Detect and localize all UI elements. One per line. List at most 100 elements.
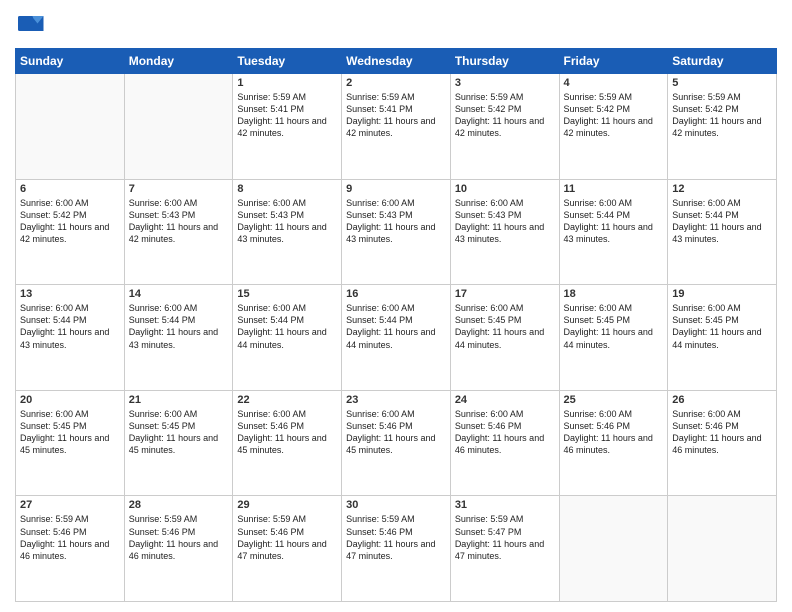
day-number: 22 xyxy=(237,394,337,406)
cell-info: Sunrise: 6:00 AM Sunset: 5:45 PM Dayligh… xyxy=(672,302,772,351)
calendar-cell xyxy=(124,74,233,180)
day-number: 7 xyxy=(129,183,229,195)
weekday-header-tuesday: Tuesday xyxy=(233,49,342,74)
calendar-table: SundayMondayTuesdayWednesdayThursdayFrid… xyxy=(15,48,777,602)
calendar-cell: 9Sunrise: 6:00 AM Sunset: 5:43 PM Daylig… xyxy=(342,179,451,285)
calendar-cell: 13 Sunrise: 6:00 AM Sunset: 5:44 PM Dayli… xyxy=(16,285,125,391)
calendar-cell: 25 Sunrise: 6:00 AM Sunset: 5:46 PM Dayli… xyxy=(559,390,668,496)
calendar-cell: 1Sunrise: 5:59 AM Sunset: 5:41 PM Daylig… xyxy=(233,74,342,180)
calendar-cell: 7 Sunrise: 6:00 AM Sunset: 5:43 PM Daylig… xyxy=(124,179,233,285)
calendar-week-2: 6 Sunrise: 6:00 AM Sunset: 5:42 PM Daylig… xyxy=(16,179,777,285)
calendar-cell xyxy=(16,74,125,180)
day-number: 16 xyxy=(346,288,446,300)
calendar-cell: 29 Sunrise: 5:59 AM Sunset: 5:46 PM Dayli… xyxy=(233,496,342,602)
cell-info: Sunrise: 6:00 AM Sunset: 5:43 PM Dayligh… xyxy=(455,197,555,246)
cell-info: Sunrise: 5:59 AM Sunset: 5:46 PM Dayligh… xyxy=(237,513,337,562)
cell-info: Sunrise: 6:00 AM Sunset: 5:43 PM Dayligh… xyxy=(237,197,337,246)
cell-info: Sunrise: 5:59 AM Sunset: 5:41 PM Dayligh… xyxy=(237,91,337,140)
weekday-header-saturday: Saturday xyxy=(668,49,777,74)
cell-info: Sunrise: 6:00 AM Sunset: 5:45 PM Dayligh… xyxy=(455,302,555,351)
cell-info: Sunrise: 6:00 AM Sunset: 5:44 PM Dayligh… xyxy=(129,302,229,351)
cell-info: Sunrise: 5:59 AM Sunset: 5:46 PM Dayligh… xyxy=(346,513,446,562)
day-number: 31 xyxy=(455,499,555,511)
cell-info: Sunrise: 5:59 AM Sunset: 5:46 PM Dayligh… xyxy=(129,513,229,562)
cell-info: Sunrise: 6:00 AM Sunset: 5:44 PM Dayligh… xyxy=(346,302,446,351)
calendar-cell: 6 Sunrise: 6:00 AM Sunset: 5:42 PM Daylig… xyxy=(16,179,125,285)
cell-info: Sunrise: 5:59 AM Sunset: 5:47 PM Dayligh… xyxy=(455,513,555,562)
calendar-week-1: 1Sunrise: 5:59 AM Sunset: 5:41 PM Daylig… xyxy=(16,74,777,180)
calendar-cell: 21 Sunrise: 6:00 AM Sunset: 5:45 PM Dayli… xyxy=(124,390,233,496)
calendar-cell: 20 Sunrise: 6:00 AM Sunset: 5:45 PM Dayli… xyxy=(16,390,125,496)
calendar-cell: 22 Sunrise: 6:00 AM Sunset: 5:46 PM Dayli… xyxy=(233,390,342,496)
day-number: 25 xyxy=(564,394,664,406)
cell-info: Sunrise: 6:00 AM Sunset: 5:45 PM Dayligh… xyxy=(20,408,120,457)
calendar-cell: 4 Sunrise: 5:59 AM Sunset: 5:42 PM Daylig… xyxy=(559,74,668,180)
calendar-cell: 15 Sunrise: 6:00 AM Sunset: 5:44 PM Dayli… xyxy=(233,285,342,391)
weekday-header-monday: Monday xyxy=(124,49,233,74)
day-number: 12 xyxy=(672,183,772,195)
logo xyxy=(15,10,49,40)
weekday-header-wednesday: Wednesday xyxy=(342,49,451,74)
day-number: 20 xyxy=(20,394,120,406)
cell-info: Sunrise: 5:59 AM Sunset: 5:42 PM Dayligh… xyxy=(455,91,555,140)
cell-info: Sunrise: 6:00 AM Sunset: 5:43 PM Dayligh… xyxy=(129,197,229,246)
calendar-cell: 14 Sunrise: 6:00 AM Sunset: 5:44 PM Dayli… xyxy=(124,285,233,391)
day-number: 17 xyxy=(455,288,555,300)
calendar-cell: 11 Sunrise: 6:00 AM Sunset: 5:44 PM Dayli… xyxy=(559,179,668,285)
calendar-week-5: 27 Sunrise: 5:59 AM Sunset: 5:46 PM Dayli… xyxy=(16,496,777,602)
day-number: 27 xyxy=(20,499,120,511)
calendar-cell: 28 Sunrise: 5:59 AM Sunset: 5:46 PM Dayli… xyxy=(124,496,233,602)
calendar-cell: 10 Sunrise: 6:00 AM Sunset: 5:43 PM Dayli… xyxy=(450,179,559,285)
header xyxy=(15,10,777,40)
calendar-cell: 23 Sunrise: 6:00 AM Sunset: 5:46 PM Dayli… xyxy=(342,390,451,496)
calendar-week-4: 20 Sunrise: 6:00 AM Sunset: 5:45 PM Dayli… xyxy=(16,390,777,496)
calendar-cell: 5Sunrise: 5:59 AM Sunset: 5:42 PM Daylig… xyxy=(668,74,777,180)
calendar-cell: 16 Sunrise: 6:00 AM Sunset: 5:44 PM Dayli… xyxy=(342,285,451,391)
day-number: 19 xyxy=(672,288,772,300)
cell-info: Sunrise: 6:00 AM Sunset: 5:46 PM Dayligh… xyxy=(237,408,337,457)
calendar-cell: 2 Sunrise: 5:59 AM Sunset: 5:41 PM Daylig… xyxy=(342,74,451,180)
cell-info: Sunrise: 6:00 AM Sunset: 5:46 PM Dayligh… xyxy=(455,408,555,457)
calendar-cell: 31 Sunrise: 5:59 AM Sunset: 5:47 PM Dayli… xyxy=(450,496,559,602)
cell-info: Sunrise: 5:59 AM Sunset: 5:46 PM Dayligh… xyxy=(20,513,120,562)
weekday-header-friday: Friday xyxy=(559,49,668,74)
cell-info: Sunrise: 6:00 AM Sunset: 5:44 PM Dayligh… xyxy=(564,197,664,246)
cell-info: Sunrise: 6:00 AM Sunset: 5:46 PM Dayligh… xyxy=(346,408,446,457)
day-number: 28 xyxy=(129,499,229,511)
cell-info: Sunrise: 6:00 AM Sunset: 5:42 PM Dayligh… xyxy=(20,197,120,246)
day-number: 9 xyxy=(346,183,446,195)
day-number: 30 xyxy=(346,499,446,511)
day-number: 21 xyxy=(129,394,229,406)
calendar-cell: 30 Sunrise: 5:59 AM Sunset: 5:46 PM Dayli… xyxy=(342,496,451,602)
cell-info: Sunrise: 6:00 AM Sunset: 5:46 PM Dayligh… xyxy=(564,408,664,457)
calendar-cell: 8 Sunrise: 6:00 AM Sunset: 5:43 PM Daylig… xyxy=(233,179,342,285)
day-number: 13 xyxy=(20,288,120,300)
cell-info: Sunrise: 6:00 AM Sunset: 5:44 PM Dayligh… xyxy=(237,302,337,351)
day-number: 23 xyxy=(346,394,446,406)
day-number: 2 xyxy=(346,77,446,89)
cell-info: Sunrise: 5:59 AM Sunset: 5:42 PM Dayligh… xyxy=(564,91,664,140)
day-number: 8 xyxy=(237,183,337,195)
logo-icon xyxy=(15,10,45,40)
cell-info: Sunrise: 6:00 AM Sunset: 5:44 PM Dayligh… xyxy=(672,197,772,246)
calendar-cell xyxy=(559,496,668,602)
cell-info: Sunrise: 6:00 AM Sunset: 5:44 PM Dayligh… xyxy=(20,302,120,351)
day-number: 26 xyxy=(672,394,772,406)
cell-info: Sunrise: 6:00 AM Sunset: 5:46 PM Dayligh… xyxy=(672,408,772,457)
cell-info: Sunrise: 6:00 AM Sunset: 5:45 PM Dayligh… xyxy=(129,408,229,457)
day-number: 15 xyxy=(237,288,337,300)
calendar-cell: 27 Sunrise: 5:59 AM Sunset: 5:46 PM Dayli… xyxy=(16,496,125,602)
day-number: 14 xyxy=(129,288,229,300)
day-number: 10 xyxy=(455,183,555,195)
cell-info: Sunrise: 5:59 AM Sunset: 5:42 PM Dayligh… xyxy=(672,91,772,140)
day-number: 29 xyxy=(237,499,337,511)
weekday-header-row: SundayMondayTuesdayWednesdayThursdayFrid… xyxy=(16,49,777,74)
calendar-cell: 17 Sunrise: 6:00 AM Sunset: 5:45 PM Dayli… xyxy=(450,285,559,391)
day-number: 11 xyxy=(564,183,664,195)
day-number: 6 xyxy=(20,183,120,195)
cell-info: Sunrise: 5:59 AM Sunset: 5:41 PM Dayligh… xyxy=(346,91,446,140)
day-number: 18 xyxy=(564,288,664,300)
day-number: 4 xyxy=(564,77,664,89)
page: SundayMondayTuesdayWednesdayThursdayFrid… xyxy=(0,0,792,612)
calendar-cell: 12 Sunrise: 6:00 AM Sunset: 5:44 PM Dayli… xyxy=(668,179,777,285)
